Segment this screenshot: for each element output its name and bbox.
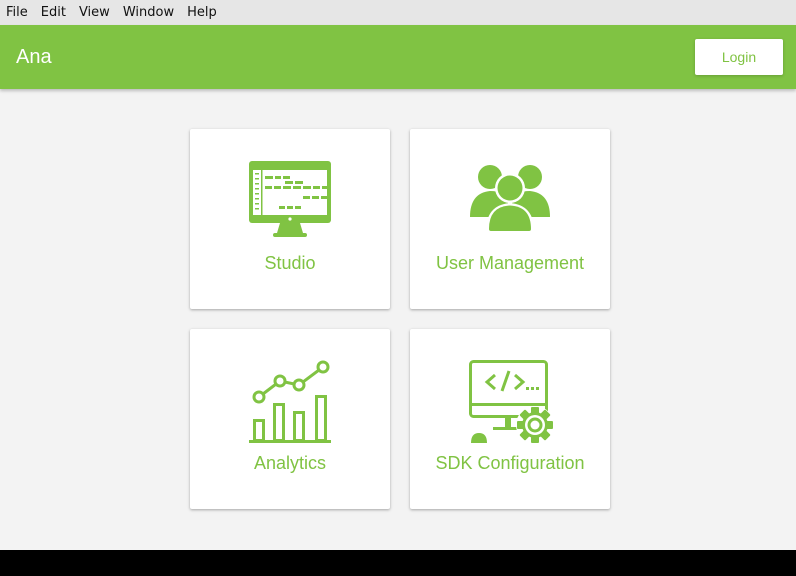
login-button[interactable]: Login	[695, 39, 783, 75]
users-group-icon	[470, 165, 550, 231]
menu-bar: File Edit View Window Help	[0, 0, 796, 25]
studio-label: Studio	[264, 253, 316, 273]
bar-chart-trend-icon	[249, 360, 331, 443]
sdk-configuration-label: SDK Configuration	[435, 453, 585, 473]
menu-edit[interactable]: Edit	[35, 0, 72, 25]
app-title: Ana	[16, 45, 52, 68]
studio-card[interactable]: Studio	[190, 129, 390, 309]
menu-view[interactable]: View	[73, 0, 116, 25]
menu-help[interactable]: Help	[181, 0, 223, 25]
bottom-bar	[0, 550, 796, 576]
dashboard-grid: Studio User Management Analytics SDK Con…	[190, 129, 610, 509]
menu-file[interactable]: File	[0, 0, 34, 25]
app-bar: Ana Login	[0, 25, 796, 89]
analytics-label: Analytics	[253, 453, 327, 473]
code-settings-icon	[469, 360, 553, 444]
user-management-label: User Management	[435, 253, 585, 273]
user-management-card[interactable]: User Management	[410, 129, 610, 309]
sdk-configuration-card[interactable]: SDK Configuration	[410, 329, 610, 509]
analytics-card[interactable]: Analytics	[190, 329, 390, 509]
monitor-flow-icon	[249, 161, 331, 237]
menu-window[interactable]: Window	[117, 0, 180, 25]
